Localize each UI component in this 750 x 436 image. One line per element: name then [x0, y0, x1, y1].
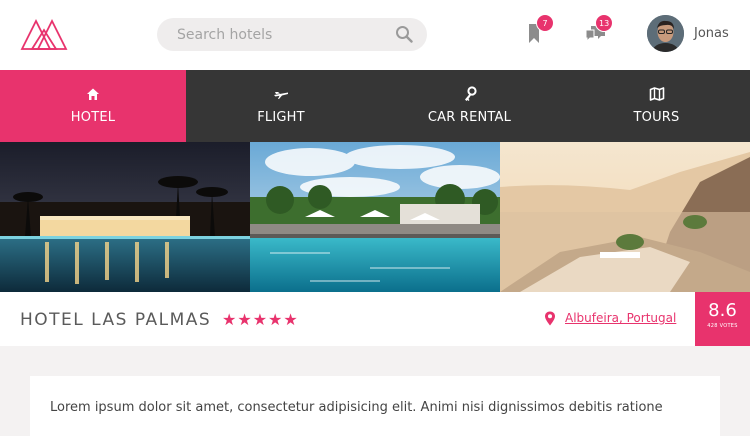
- user-name[interactable]: Jonas: [694, 26, 729, 41]
- key-icon: [464, 86, 477, 101]
- tab-tours[interactable]: TOURS: [563, 70, 750, 142]
- search-icon[interactable]: [395, 25, 413, 43]
- location-link[interactable]: Albufeira, Portugal: [565, 311, 676, 325]
- bookmarks-count-badge: 7: [536, 14, 554, 32]
- tab-label: CAR RENTAL: [427, 110, 512, 125]
- star-rating: ★★★★★: [222, 310, 299, 329]
- tab-label: FLIGHT: [257, 110, 305, 125]
- messages-count-badge: 13: [595, 14, 614, 32]
- search-input[interactable]: [177, 18, 392, 51]
- score-badge: 8.6 428 VOTES: [695, 292, 750, 346]
- tab-hotel[interactable]: HOTEL: [0, 70, 186, 142]
- votes-count: 428 VOTES: [707, 323, 738, 329]
- tab-flight[interactable]: FLIGHT: [186, 70, 376, 142]
- hotel-photo-gallery: [0, 142, 750, 292]
- tab-label: TOURS: [633, 110, 680, 125]
- hotel-info-bar: HOTEL LAS PALMAS ★★★★★ Albufeira, Portug…: [0, 292, 750, 346]
- tab-car-rental[interactable]: CAR RENTAL: [376, 70, 563, 142]
- score-value: 8.6: [708, 300, 737, 321]
- photo-pool-day[interactable]: [250, 142, 500, 292]
- description-card: Lorem ipsum dolor sit amet, consectetur …: [30, 376, 720, 436]
- photo-terrace-sea[interactable]: [500, 142, 750, 292]
- search-box: [157, 18, 427, 51]
- top-header: 7 13 Jonas: [0, 0, 750, 70]
- photo-pool-night[interactable]: [0, 142, 250, 292]
- logo-icon[interactable]: [20, 16, 68, 52]
- tab-label: HOTEL: [70, 110, 116, 125]
- avatar[interactable]: [647, 15, 684, 52]
- location-pin-icon: [545, 311, 555, 326]
- home-icon: [87, 88, 99, 100]
- hotel-name: HOTEL LAS PALMAS: [20, 310, 212, 330]
- main-nav: HOTEL FLIGHT CAR RENTAL TOURS: [0, 70, 750, 142]
- bookmarks-button[interactable]: 7: [524, 14, 554, 46]
- hotel-description: Lorem ipsum dolor sit amet, consectetur …: [50, 400, 663, 415]
- plane-icon: [274, 92, 288, 99]
- messages-button[interactable]: 13: [583, 14, 614, 46]
- map-icon: [649, 87, 664, 101]
